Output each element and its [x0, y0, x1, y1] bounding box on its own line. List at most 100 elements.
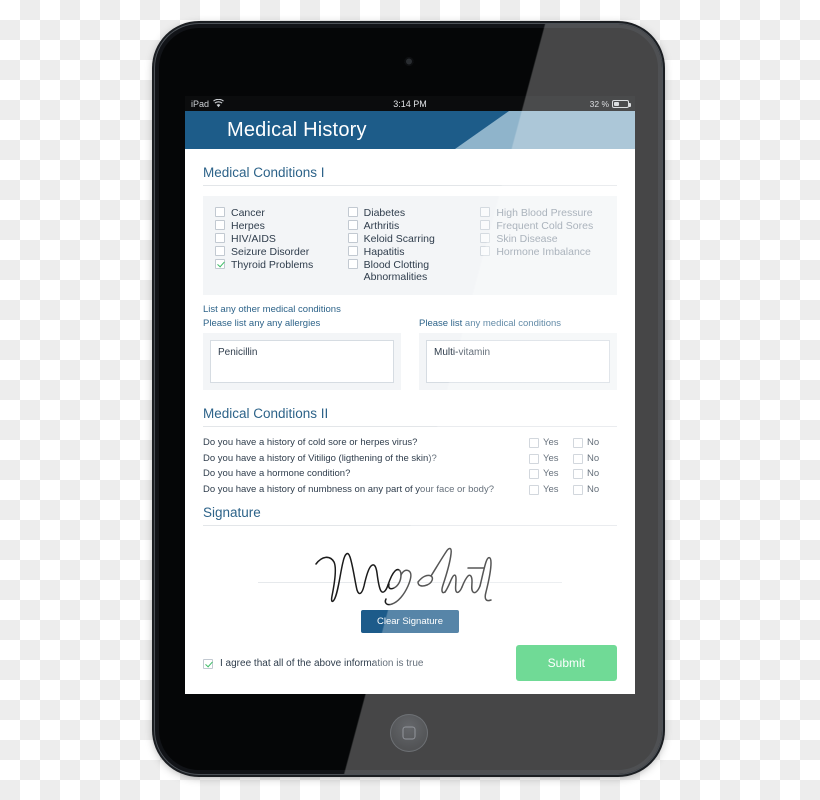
checkbox-label: Seizure Disorder [231, 246, 310, 258]
signature-mark [315, 547, 492, 606]
checkbox-q4-yes[interactable] [529, 484, 539, 495]
conditions-column-2: Diabetes Arthritis Keloid Scarring Hapat… [347, 206, 473, 283]
checkbox-label: Hapatitis [363, 246, 405, 258]
checkbox-herpes[interactable] [215, 220, 225, 230]
checkbox-label: Herpes [231, 220, 265, 232]
tablet-screen: iPad 3:14 PM 32 % Medical History Medica… [185, 96, 635, 694]
checkbox-row[interactable]: Arthritis [347, 219, 473, 232]
questions-list: Do you have a history of cold sore or he… [203, 437, 617, 495]
checkbox-row[interactable]: Keloid Scarring [347, 232, 473, 245]
answer-yes-group[interactable]: Yes [529, 484, 573, 495]
conditions-input[interactable]: Multi-vitamin [426, 340, 610, 383]
no-label: No [587, 437, 600, 448]
yes-label: Yes [543, 468, 559, 479]
signature-pad[interactable] [203, 536, 617, 614]
form-body: Medical Conditions I Cancer Herpes HIV/A… [185, 149, 635, 694]
conditions-checkbox-grid: Cancer Herpes HIV/AIDS Seizure Disorder … [215, 206, 605, 283]
question-text: Do you have a history of numbness on any… [203, 483, 494, 495]
submit-button[interactable]: Submit [515, 645, 617, 681]
question-row: Do you have a hormone condition? Yes No [203, 468, 617, 479]
checkbox-blood-clotting-abnormalities[interactable] [347, 259, 358, 269]
checkbox-agree[interactable] [203, 658, 213, 669]
checkbox-cancer[interactable] [215, 207, 225, 217]
checkbox-row[interactable]: Herpes [215, 219, 340, 232]
no-label: No [587, 452, 600, 464]
checkbox-arthritis[interactable] [347, 220, 358, 230]
section-title-conditions-1: Medical Conditions I [203, 159, 617, 186]
agreement-label: I agree that all of the above informatio… [220, 657, 424, 669]
conditions-column-3: High Blood Pressure Frequent Cold Sores … [480, 206, 605, 283]
checkbox-label: Diabetes [363, 207, 406, 219]
checkbox-row[interactable]: Seizure Disorder [215, 245, 340, 258]
tablet-device: iPad 3:14 PM 32 % Medical History Medica… [155, 24, 662, 774]
checkbox-frequent-cold-sores[interactable] [480, 220, 491, 230]
checkbox-label: High Blood Pressure [496, 207, 593, 219]
checkbox-q2-yes[interactable] [529, 453, 539, 464]
checkbox-thyroid-problems[interactable] [215, 259, 225, 269]
allergies-input[interactable]: Penicillin [210, 340, 394, 383]
form-footer: I agree that all of the above informatio… [203, 645, 617, 681]
checkbox-label: Frequent Cold Sores [496, 220, 594, 232]
question-text: Do you have a hormone condition? [203, 468, 351, 479]
checkbox-label: Cancer [231, 207, 265, 219]
section-title-conditions-2: Medical Conditions II [203, 400, 617, 427]
page-title: Medical History [227, 119, 367, 141]
medical-conditions-panel: Cancer Herpes HIV/AIDS Seizure Disorder … [203, 196, 617, 295]
ios-status-bar: iPad 3:14 PM 32 % [185, 96, 635, 111]
checkbox-row[interactable]: Blood Clotting Abnormalities [347, 258, 473, 283]
answer-no-group[interactable]: No [573, 484, 617, 495]
checkbox-keloid-scarring[interactable] [347, 233, 358, 243]
yes-label: Yes [543, 452, 559, 464]
answer-yes-group[interactable]: Yes [529, 437, 573, 448]
section-title-signature: Signature [203, 499, 617, 526]
no-label: No [587, 483, 600, 495]
freetext-columns: Please list any any allergies Penicillin… [203, 318, 617, 390]
conditions-text-group: Please list any medical conditions Multi… [419, 318, 617, 390]
yes-label: Yes [543, 483, 559, 495]
freetext-intro-label: List any other medical conditions [203, 304, 341, 315]
checkbox-seizure-disorder[interactable] [215, 246, 225, 256]
checkbox-label: HIV/AIDS [231, 233, 276, 245]
conditions-field-wrap: Multi-vitamin [419, 333, 617, 390]
checkbox-row[interactable]: Skin Disease [480, 232, 605, 245]
allergies-group: Please list any any allergies Penicillin [203, 318, 401, 390]
checkbox-label: Skin Disease [496, 233, 558, 245]
battery-percent-label: 32 % [589, 98, 609, 109]
checkbox-label: Hormone Imbalance [496, 246, 591, 258]
checkbox-label: Blood Clotting Abnormalities [363, 259, 430, 283]
checkbox-q3-no[interactable] [573, 469, 583, 479]
question-text: Do you have a history of Vitiligo (ligth… [203, 452, 437, 464]
answer-no-group[interactable]: No [573, 437, 617, 448]
answer-yes-group[interactable]: Yes [529, 453, 573, 464]
checkbox-row[interactable]: HIV/AIDS [215, 232, 340, 245]
checkbox-q1-yes[interactable] [529, 438, 539, 448]
checkbox-q3-yes[interactable] [529, 469, 539, 479]
checkbox-diabetes[interactable] [347, 207, 358, 217]
answer-no-group[interactable]: No [573, 468, 617, 479]
checkbox-high-blood-pressure[interactable] [480, 207, 491, 217]
conditions-text-label: Please list any medical conditions [419, 318, 562, 329]
allergies-field-wrap: Penicillin [203, 333, 401, 390]
checkbox-hiv-aids[interactable] [215, 233, 225, 243]
checkbox-hapatitis[interactable] [347, 246, 358, 256]
checkbox-row[interactable]: High Blood Pressure [480, 206, 605, 219]
checkbox-row[interactable]: Diabetes [347, 206, 473, 219]
agreement-group[interactable]: I agree that all of the above informatio… [203, 658, 423, 669]
question-row: Do you have a history of cold sore or he… [203, 437, 617, 448]
answer-no-group[interactable]: No [573, 453, 617, 464]
checkbox-row[interactable]: Hapatitis [347, 245, 473, 258]
battery-icon [612, 99, 631, 108]
no-label: No [587, 468, 600, 479]
checkbox-row[interactable]: Thyroid Problems [215, 258, 340, 271]
checkbox-row[interactable]: Hormone Imbalance [480, 245, 605, 258]
checkbox-q1-no[interactable] [573, 438, 583, 448]
answer-yes-group[interactable]: Yes [529, 468, 573, 479]
home-button[interactable] [389, 714, 428, 752]
checkbox-row[interactable]: Frequent Cold Sores [480, 219, 605, 232]
checkbox-skin-disease[interactable] [480, 233, 491, 243]
checkbox-hormone-imbalance[interactable] [480, 246, 491, 256]
checkbox-row[interactable]: Cancer [215, 206, 340, 219]
allergies-label: Please list any any allergies [203, 318, 321, 329]
checkbox-q2-no[interactable] [573, 453, 583, 464]
checkbox-q4-no[interactable] [573, 484, 583, 495]
